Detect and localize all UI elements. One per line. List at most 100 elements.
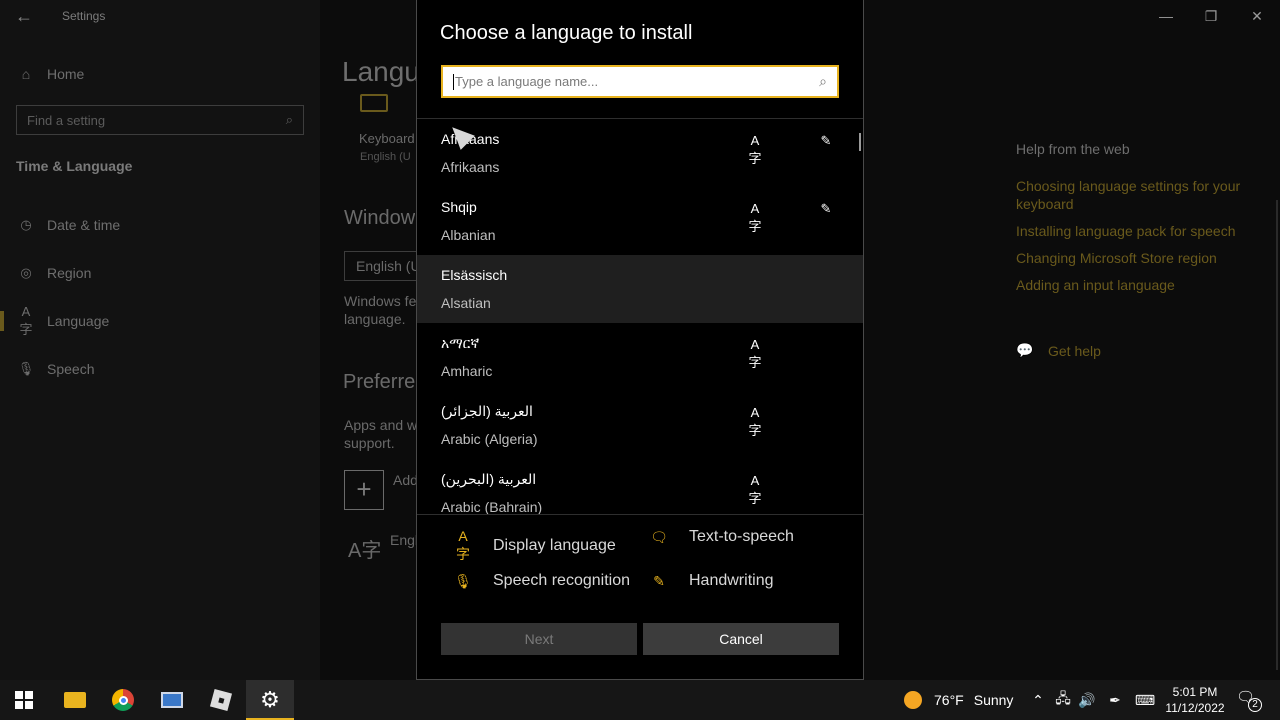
globe-icon: ◎ bbox=[20, 265, 32, 280]
language-list-item[interactable]: العربية (الجزائر) Arabic (Algeria) A字 bbox=[417, 391, 863, 459]
display-language-icon: A字 bbox=[456, 528, 470, 562]
language-native-name: Elsässisch bbox=[441, 267, 508, 283]
list-scrollbar[interactable] bbox=[859, 133, 861, 151]
tray-chevron-icon[interactable]: ⌃ bbox=[1028, 680, 1048, 720]
language-search-input[interactable] bbox=[455, 74, 820, 89]
language-list-item[interactable]: አማርኛ Amharic A字 bbox=[417, 323, 863, 391]
sidebar-item-speech[interactable]: 🎙 Speech bbox=[16, 357, 95, 381]
cancel-button[interactable]: Cancel bbox=[643, 623, 839, 655]
page-title: Langu bbox=[342, 56, 420, 87]
weather-temp: 76°F bbox=[934, 692, 964, 708]
taskbar-roblox[interactable] bbox=[197, 680, 245, 720]
back-button[interactable]: ← bbox=[10, 4, 38, 28]
windows-display-heading: Window bbox=[344, 207, 416, 229]
language-list-item[interactable]: Afrikaans Afrikaans A字 ✎ bbox=[417, 119, 863, 187]
search-icon: ⌕ bbox=[285, 112, 293, 127]
sidebar-item-label: Region bbox=[47, 265, 92, 281]
language-list-item[interactable]: العربية (البحرين) Arabic (Bahrain) A字 bbox=[417, 459, 863, 514]
legend-text-to-speech: 🗨 Text-to-speech bbox=[649, 528, 794, 546]
legend-label: Display language bbox=[493, 537, 616, 554]
pen-icon[interactable]: ✒ bbox=[1104, 680, 1126, 720]
legend-label: Handwriting bbox=[689, 572, 774, 589]
sidebar-item-region[interactable]: ◎ Region bbox=[16, 261, 91, 285]
language-list: Afrikaans Afrikaans A字 ✎ Shqip Albanian … bbox=[417, 119, 863, 514]
handwriting-icon: ✎ bbox=[820, 133, 832, 148]
start-button[interactable] bbox=[0, 680, 48, 720]
roblox-icon bbox=[209, 688, 233, 712]
clock-date: 11/12/2022 bbox=[1165, 701, 1225, 715]
language-search-box[interactable]: ⌕ bbox=[441, 65, 839, 98]
language-list-item[interactable]: Shqip Albanian A字 ✎ bbox=[417, 187, 863, 255]
get-help-link[interactable]: 💬 Get help bbox=[1016, 342, 1101, 359]
sidebar-item-date-time[interactable]: ◷ Date & time bbox=[16, 213, 120, 237]
home-icon: ⌂ bbox=[21, 66, 31, 82]
help-link-store-region[interactable]: Changing Microsoft Store region bbox=[1016, 249, 1256, 267]
handwriting-icon: ✎ bbox=[820, 201, 832, 216]
volume-icon[interactable]: 🔊 bbox=[1076, 680, 1098, 720]
taskbar-chrome[interactable] bbox=[99, 680, 147, 720]
network-icon[interactable]: 🖧 bbox=[1052, 680, 1074, 720]
taskbar-file-explorer[interactable] bbox=[51, 680, 99, 720]
language-english-name: Amharic bbox=[441, 363, 493, 379]
sidebar-item-label: Language bbox=[47, 313, 110, 329]
microphone-icon: 🎙 bbox=[454, 572, 472, 589]
notification-center-button[interactable]: 🗨 2 bbox=[1236, 688, 1262, 712]
add-language-button[interactable]: + bbox=[344, 470, 384, 510]
help-link-speech[interactable]: Installing language pack for speech bbox=[1016, 222, 1256, 240]
restore-button[interactable]: ❐ bbox=[1191, 4, 1231, 28]
minimize-button[interactable]: — bbox=[1146, 4, 1186, 28]
english-language-item[interactable]: Engl bbox=[390, 532, 418, 548]
divider bbox=[417, 514, 863, 515]
language-native-name: العربية (الجزائر) bbox=[441, 403, 533, 419]
language-list-item[interactable]: Elsässisch Alsatian bbox=[417, 255, 863, 323]
add-language-label[interactable]: Add bbox=[393, 472, 418, 488]
get-help-label: Get help bbox=[1048, 342, 1101, 359]
keyboard-label[interactable]: Keyboard bbox=[359, 131, 415, 146]
chrome-icon bbox=[112, 689, 134, 711]
gear-icon: ⚙ bbox=[260, 687, 280, 712]
chat-icon: 💬 bbox=[1016, 342, 1034, 358]
weather-text: Sunny bbox=[973, 692, 1014, 708]
keyboard-icon[interactable]: ⌨ bbox=[1132, 680, 1158, 720]
dialog-title: Choose a language to install bbox=[440, 22, 693, 44]
active-indicator bbox=[0, 311, 4, 331]
sun-icon bbox=[904, 691, 922, 709]
language-english-name: Arabic (Algeria) bbox=[441, 431, 538, 447]
keyboard-icon bbox=[360, 94, 388, 112]
nav-home[interactable]: ⌂ Home bbox=[16, 62, 85, 86]
help-heading: Help from the web bbox=[1016, 141, 1130, 157]
taskbar-settings[interactable]: ⚙ bbox=[246, 680, 294, 720]
notification-count-badge: 2 bbox=[1248, 698, 1262, 712]
legend-handwriting: ✎ Handwriting bbox=[649, 572, 773, 590]
handwriting-icon: ✎ bbox=[653, 572, 665, 589]
clock-time: 5:01 PM bbox=[1172, 685, 1218, 699]
sidebar-item-label: Speech bbox=[47, 361, 95, 377]
help-link-keyboard[interactable]: Choosing language settings for your keyb… bbox=[1016, 177, 1256, 213]
scrollbar[interactable] bbox=[1276, 200, 1278, 670]
language-english-name: Arabic (Bahrain) bbox=[441, 499, 543, 514]
choose-language-dialog: Choose a language to install ⌕ Afrikaans… bbox=[416, 0, 864, 680]
windows-display-select[interactable]: English (U bbox=[344, 251, 424, 281]
find-setting-input[interactable]: Find a setting ⌕ bbox=[16, 105, 304, 135]
preferred-languages-heading: Preferre bbox=[343, 371, 416, 393]
text-caret bbox=[453, 73, 454, 90]
help-link-input-language[interactable]: Adding an input language bbox=[1016, 276, 1256, 294]
display-language-icon: A字 bbox=[748, 473, 762, 506]
remote-desktop-icon bbox=[161, 692, 183, 708]
weather-widget[interactable]: 76°F Sunny bbox=[904, 680, 1013, 720]
language-english-name: Alsatian bbox=[441, 295, 491, 311]
taskbar-remote-desktop[interactable] bbox=[148, 680, 196, 720]
language-english-name: Albanian bbox=[441, 227, 496, 243]
nav-home-label: Home bbox=[47, 66, 85, 82]
display-language-icon: A字 bbox=[748, 337, 762, 370]
clock-icon: ◷ bbox=[20, 217, 32, 232]
settings-nav-pane: ⌂ Home Find a setting ⌕ Time & Language … bbox=[0, 0, 320, 680]
taskbar: ⚙ 76°F Sunny ⌃ 🖧 🔊 ✒ ⌨ 5:01 PM 11/12/202… bbox=[0, 680, 1280, 720]
sidebar-item-language[interactable]: A字 Language bbox=[0, 304, 110, 337]
clock[interactable]: 5:01 PM 11/12/2022 bbox=[1162, 684, 1228, 716]
preferred-languages-desc: Apps and w support. bbox=[344, 417, 418, 451]
display-language-icon: A字 bbox=[748, 133, 762, 166]
next-button[interactable]: Next bbox=[441, 623, 637, 655]
nav-section-title: Time & Language bbox=[16, 158, 133, 174]
close-button[interactable]: ✕ bbox=[1237, 4, 1277, 28]
